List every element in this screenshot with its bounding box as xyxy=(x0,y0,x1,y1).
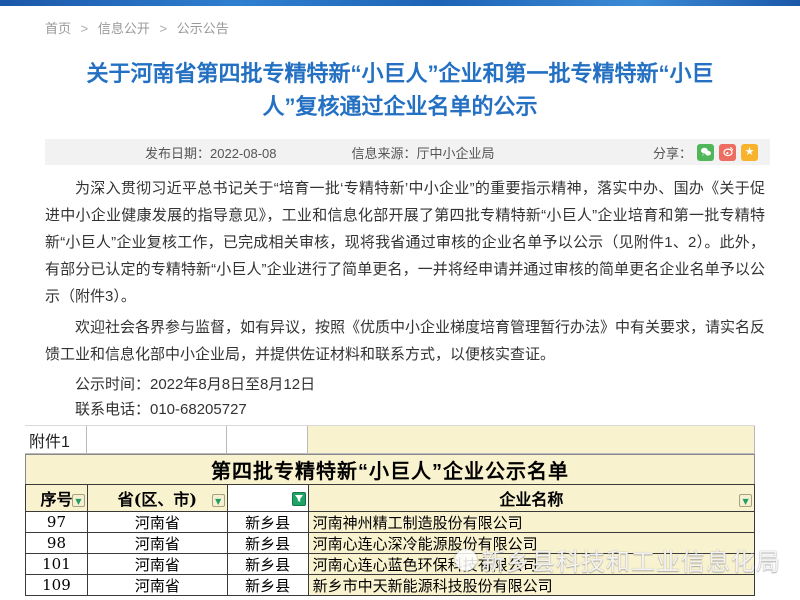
paragraph-1: 为深入贯彻习近平总书记关于“培育一批‘专精特新’中小企业”的重要指示精神，落实中… xyxy=(45,175,765,310)
table-row: 101 河南省 新乡县 河南心连心蓝色环保科技有限公司 xyxy=(25,554,755,575)
cell-province: 河南省 xyxy=(88,575,228,596)
attachment-table: 附件1 第四批专精特新“小巨人”企业公示名单 序号 ▼ 省(区、市) ▼ 企业名… xyxy=(25,425,755,596)
weibo-icon[interactable] xyxy=(719,144,736,161)
contact-phone: 联系电话：010-68205727 xyxy=(45,397,765,422)
cell-company: 河南神州精工制造股份有限公司 xyxy=(309,512,755,533)
cell-seq: 97 xyxy=(26,512,88,533)
empty-cell xyxy=(87,426,227,454)
wechat-icon[interactable] xyxy=(697,144,714,161)
paragraph-2: 欢迎社会各界参与监督，如有异议，按照《优质中小企业梯度培育管理暂行办法》中有关要… xyxy=(45,314,765,368)
cell-company: 新乡市中天新能源科技股份有限公司 xyxy=(309,575,755,596)
article-meta-bar: 发布日期：2022-08-08 信息来源：厅中小企业局 分享： ★ xyxy=(45,139,770,165)
qzone-star-icon[interactable]: ★ xyxy=(741,144,758,161)
breadcrumb-home[interactable]: 首页 xyxy=(45,21,71,36)
header-company-label: 企业名称 xyxy=(499,486,563,510)
announcement-page: { "breadcrumb": { "sep": ">", "items": [… xyxy=(0,0,800,600)
cell-seq: 101 xyxy=(26,554,88,575)
breadcrumb-separator: > xyxy=(81,21,89,36)
table-row: 97 河南省 新乡县 河南神州精工制造股份有限公司 xyxy=(25,512,755,533)
table-row: 98 河南省 新乡县 河南心连心深冷能源股份有限公司 xyxy=(25,533,755,554)
table-header-row: 序号 ▼ 省(区、市) ▼ 企业名称 ▼ xyxy=(25,484,755,512)
header-province: 省(区、市) ▼ xyxy=(88,485,228,512)
cell-province: 河南省 xyxy=(88,554,228,575)
breadcrumb-info-disclosure[interactable]: 信息公开 xyxy=(98,21,150,36)
empty-cell xyxy=(227,426,308,454)
cell-city: 新乡县 xyxy=(228,575,309,596)
publicity-period: 公示时间：2022年8月8日至8月12日 xyxy=(45,372,765,397)
cell-company: 河南心连心蓝色环保科技有限公司 xyxy=(309,554,755,575)
filter-dropdown-icon[interactable]: ▼ xyxy=(739,494,752,507)
table-corner-row: 附件1 xyxy=(25,425,755,454)
filter-dropdown-icon[interactable]: ▼ xyxy=(72,494,85,507)
filter-dropdown-icon[interactable]: ▼ xyxy=(212,494,225,507)
table-row: 109 河南省 新乡县 新乡市中天新能源科技股份有限公司 xyxy=(25,575,755,596)
breadcrumb: 首页 > 信息公开 > 公示公告 xyxy=(0,6,800,37)
cell-seq: 109 xyxy=(26,575,88,596)
breadcrumb-announcements[interactable]: 公示公告 xyxy=(177,21,229,36)
header-seq-label: 序号 xyxy=(40,486,72,510)
header-city-filtered xyxy=(228,485,309,512)
cell-city: 新乡县 xyxy=(228,512,309,533)
cell-province: 河南省 xyxy=(88,533,228,554)
header-seq: 序号 ▼ xyxy=(26,485,88,512)
header-province-label: 省(区、市) xyxy=(118,486,197,510)
share-bar: 分享： ★ xyxy=(653,143,758,162)
cell-province: 河南省 xyxy=(88,512,228,533)
page-title: 关于河南省第四批专精特新“小巨人”企业和第一批专精特新“小巨人”复核通过企业名单… xyxy=(70,57,730,123)
filter-active-icon[interactable] xyxy=(292,492,306,506)
header-company: 企业名称 ▼ xyxy=(309,485,755,512)
cell-seq: 98 xyxy=(26,533,88,554)
cell-company: 河南心连心深冷能源股份有限公司 xyxy=(309,533,755,554)
publish-date: 发布日期：2022-08-08 xyxy=(145,143,277,162)
table-title: 第四批专精特新“小巨人”企业公示名单 xyxy=(25,454,755,484)
breadcrumb-separator: > xyxy=(160,21,168,36)
empty-cell xyxy=(308,426,755,454)
share-label: 分享： xyxy=(653,143,692,162)
cell-city: 新乡县 xyxy=(228,554,309,575)
info-source: 信息来源：厅中小企业局 xyxy=(352,143,495,162)
cell-city: 新乡县 xyxy=(228,533,309,554)
attachment-number-label: 附件1 xyxy=(25,426,87,454)
